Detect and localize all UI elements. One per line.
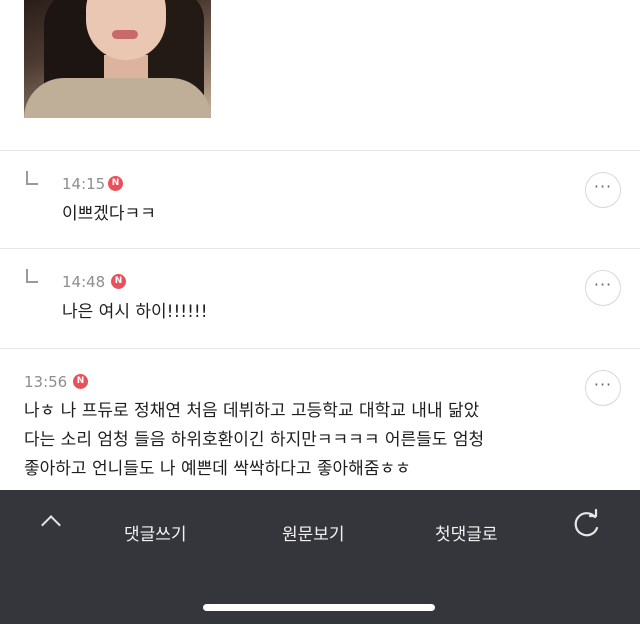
- write-comment-button[interactable]: 댓글쓰기: [124, 520, 187, 545]
- comment-text-line-2: 다는 소리 엄청 들음 하위호환이긴 하지만ㅋㅋㅋㅋ 어른들도 엄청: [24, 430, 485, 450]
- reply-arrow-icon: [26, 171, 38, 185]
- comment-text-line-1: 나ㅎ 나 프듀로 정채연 처음 데뷔하고 고등학교 대학교 내내 닮았: [24, 401, 480, 421]
- bottom-toolbar: 댓글쓰기 원문보기 첫댓글로: [0, 490, 640, 624]
- comment-reply-1: 14:15 N 이쁘겠다ㅋㅋ ···: [0, 151, 640, 247]
- first-comment-button[interactable]: 첫댓글로: [435, 520, 498, 545]
- refresh-icon[interactable]: [570, 508, 604, 542]
- more-options-button[interactable]: ···: [585, 172, 621, 208]
- new-badge: N: [111, 274, 126, 289]
- comment-time: 13:56: [24, 373, 68, 391]
- comment-3: 13:56 N 나ㅎ 나 프듀로 정채연 처음 데뷔하고 고등학교 대학교 내내…: [0, 349, 640, 490]
- photo-lips: [112, 30, 138, 39]
- comment-reply-2: 14:48 N 나은 여시 하이!!!!!! ···: [0, 249, 640, 347]
- new-badge: N: [108, 176, 123, 191]
- more-options-button[interactable]: ···: [585, 370, 621, 406]
- reply-arrow-icon: [26, 269, 38, 283]
- comment-text: 이쁘겠다ㅋㅋ: [62, 204, 156, 224]
- home-indicator: [203, 604, 435, 611]
- more-options-button[interactable]: ···: [585, 270, 621, 306]
- comment-text: 나은 여시 하이!!!!!!: [62, 302, 208, 322]
- comment-time: 14:15: [62, 175, 106, 193]
- chevron-up-icon[interactable]: [41, 515, 61, 535]
- comment-text-line-3: 좋아하고 언니들도 나 예쁜데 싹싹하다고 좋아해줌ㅎㅎ: [24, 459, 411, 479]
- photo-sweater: [24, 78, 211, 118]
- profile-photo: [24, 0, 211, 118]
- view-original-button[interactable]: 원문보기: [282, 520, 345, 545]
- new-badge: N: [73, 374, 88, 389]
- comment-time: 14:48: [62, 273, 106, 291]
